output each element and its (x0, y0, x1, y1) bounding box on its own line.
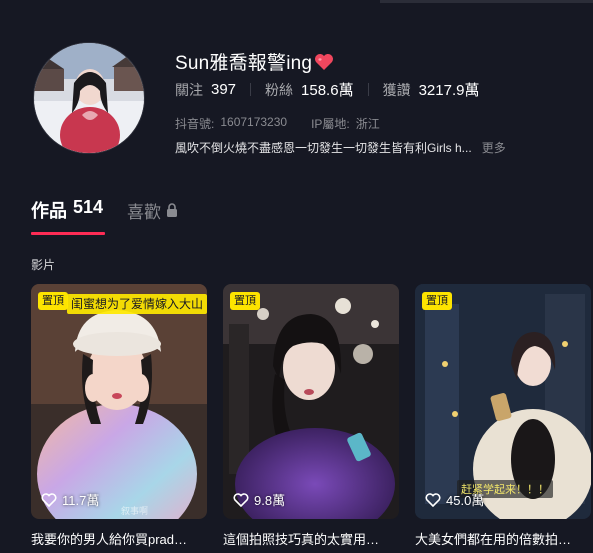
tab-likes-label: 喜歡 (127, 202, 162, 222)
video-like-count-value: 11.7萬 (62, 493, 100, 508)
douyin-id: 1607173230 (220, 115, 288, 129)
video-like-count: 9.8萬 (233, 490, 285, 509)
video-like-count-value: 9.8萬 (254, 493, 286, 508)
pinned-badge: 置頂 (230, 292, 260, 310)
video-like-count: 11.7萬 (41, 490, 99, 509)
video-card[interactable]: 置頂 9.8萬 (223, 284, 399, 519)
avatar-image (34, 43, 144, 153)
following-label[interactable]: 關注 (175, 80, 203, 100)
video-title[interactable]: 我要你的男人給你買prad… (31, 529, 207, 548)
top-divider (380, 0, 593, 3)
section-label-videos: 影片 (31, 258, 56, 272)
likes-received-label: 獲讚 (382, 81, 411, 98)
video-card[interactable]: 置頂 闺蜜想为了爱情嫁入大山 11.7萬 叙事啊 (31, 284, 207, 519)
bio-more-link[interactable]: 更多 (482, 139, 506, 156)
profile-meta: 抖音號: 1607173230 IP屬地: 浙江 (175, 115, 380, 132)
video-watermark: 叙事啊 (121, 506, 149, 516)
avatar[interactable] (33, 42, 145, 154)
heart-emoji-icon (315, 53, 334, 70)
profile-name-row: Sun雅喬報警ing (175, 48, 334, 75)
profile-bio: 風吹不倒火燒不盡感恩一切發生一切發生皆有利Girls h... 更多 (175, 139, 506, 156)
tab-works-label: 作品 (31, 201, 67, 221)
video-thumbnail (31, 284, 207, 519)
douyin-id-label: 抖音號: (175, 117, 215, 131)
heart-outline-icon (233, 492, 249, 507)
followers-count[interactable]: 158.6萬 (301, 79, 354, 100)
likes-received-count: 3217.9萬 (418, 82, 480, 99)
followers-label[interactable]: 粉絲 (265, 80, 293, 100)
following-count[interactable]: 397 (211, 81, 236, 98)
tab-works[interactable]: 作品 514 (31, 197, 103, 223)
heart-outline-icon (41, 492, 57, 507)
video-thumbnail (223, 284, 399, 519)
pinned-badge: 置頂 (422, 292, 452, 310)
heart-outline-icon (425, 492, 441, 507)
bio-text: 風吹不倒火燒不盡感恩一切發生一切發生皆有利Girls h... (175, 141, 472, 155)
ip-location-label: IP屬地: (311, 117, 350, 131)
pinned-badge: 置頂 (38, 292, 68, 310)
profile-tabs: 作品 514 喜歡 (31, 197, 178, 223)
active-tab-indicator (31, 232, 105, 235)
profile-stats: 關注 397 粉絲 158.6萬 獲讚 3217.9萬 (175, 79, 479, 100)
tab-works-count: 514 (73, 197, 104, 217)
ip-location: 浙江 (355, 117, 380, 131)
video-title[interactable]: 這個拍照技巧真的太實用… (223, 529, 399, 548)
video-like-count-value: 45.0萬 (446, 493, 485, 508)
video-like-count: 45.0萬 (425, 490, 484, 509)
stat-divider (367, 83, 369, 96)
profile-name: Sun雅喬報警ing (175, 53, 313, 74)
stat-divider (250, 83, 252, 96)
tab-likes[interactable]: 喜歡 (127, 198, 178, 223)
video-overlay-text: 闺蜜想为了爱情嫁入大山 (67, 294, 207, 314)
video-title[interactable]: 大美女們都在用的倍數拍… (415, 529, 591, 548)
video-card[interactable]: 置頂 赶紧学起来！！！ 45.0萬 (415, 284, 591, 519)
lock-icon (167, 203, 178, 217)
